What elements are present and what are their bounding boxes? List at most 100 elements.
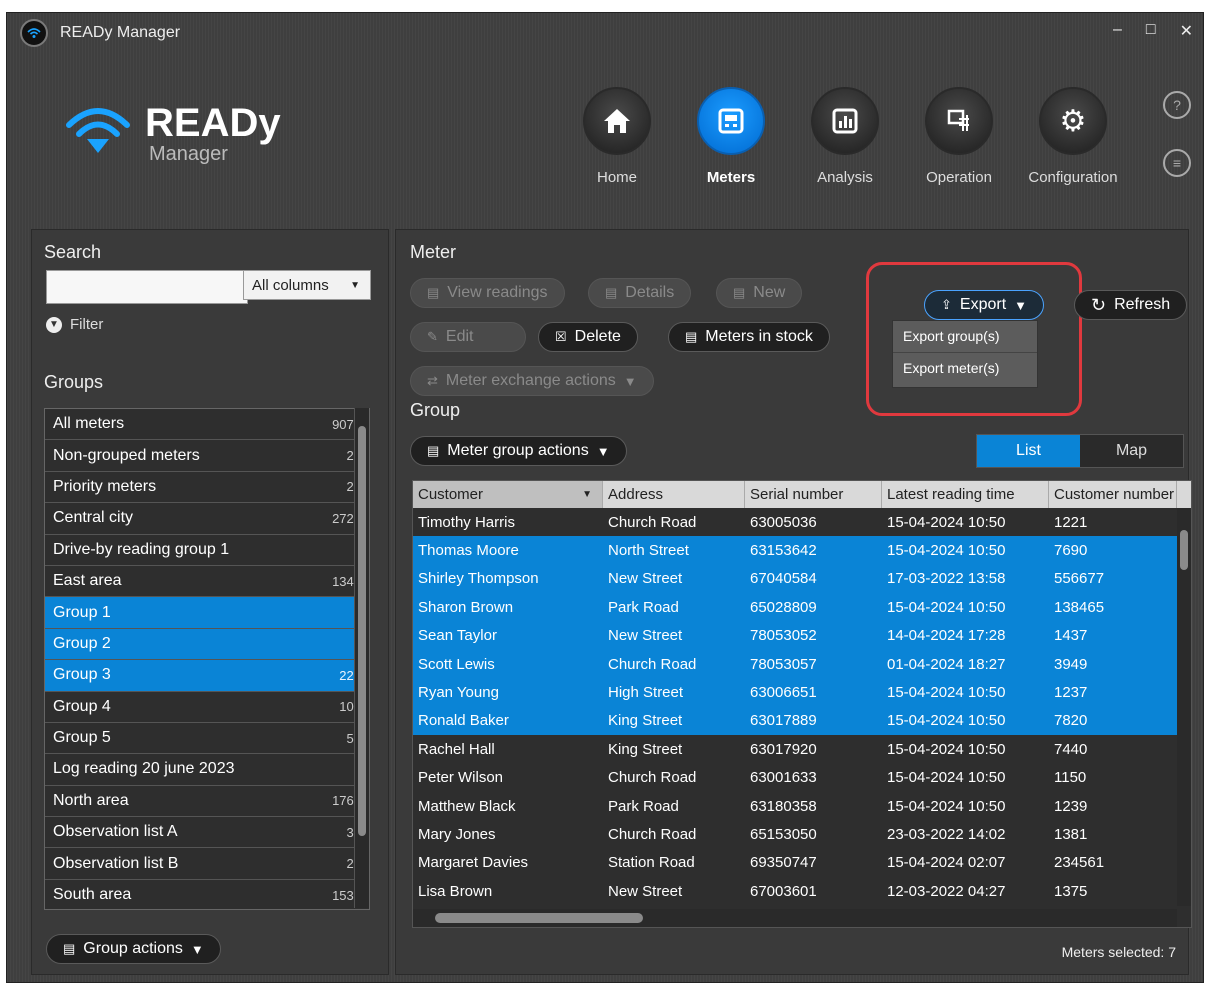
group-item[interactable]: Non-grouped meters29 (45, 440, 369, 472)
group-item[interactable]: Group 24 (45, 628, 369, 661)
table-vscrollbar[interactable] (1177, 508, 1191, 906)
table-row[interactable]: Sharon Brown Park Road 65028809 15-04-2024 … (413, 593, 1191, 622)
export-menu: Export group(s) Export meter(s) (892, 320, 1038, 388)
column-header-address[interactable]: Address (603, 481, 745, 508)
table-cell: Church Road (608, 655, 697, 673)
table-hscrollbar[interactable] (413, 909, 1177, 927)
table-row[interactable]: Peter Wilson Church Road 63001633 15-04-202… (413, 764, 1191, 792)
stock-icon: ▤ (685, 329, 698, 344)
chevron-down-icon: ▼ (350, 280, 360, 291)
table-row[interactable]: Scott Lewis Church Road 78053057 01-04-2024… (413, 649, 1191, 679)
table-cell: 3949 (1054, 655, 1088, 673)
group-item[interactable]: Log reading 20 june 20236 (45, 754, 369, 786)
table-body: Timothy Harris Church Road 63005036 15-04-2… (413, 508, 1191, 905)
nav-meters[interactable]: Meters (681, 87, 781, 186)
close-button[interactable]: ✕ (1180, 21, 1193, 41)
groups-list: All meters9072 Non-grouped meters29 Prio… (44, 408, 370, 910)
export-meters-item[interactable]: Export meter(s) (893, 353, 1037, 384)
gear-icon: ⚙ (1039, 87, 1107, 155)
window-title: READy Manager (60, 24, 181, 41)
table-row[interactable]: Thomas Moore North Street 63153642 15-04-20… (413, 536, 1191, 565)
group-item[interactable]: Group 4 100 (45, 692, 369, 723)
column-select[interactable]: All columns ▼ (243, 270, 371, 300)
filter-toggle[interactable]: ▼ Filter (46, 316, 103, 333)
group-item[interactable]: Group 550 (45, 723, 369, 755)
group-item[interactable]: South area 1537 (45, 880, 369, 909)
group-item[interactable]: Observation list B25 (45, 848, 369, 880)
table-row[interactable]: Mary Jones Church Road 65153050 23-03-2022 … (413, 820, 1191, 848)
group-actions-button[interactable]: ▤ Group actions ▼ (46, 934, 221, 964)
details-button[interactable]: ▤ Details (588, 278, 692, 308)
logo-title: READy (145, 101, 281, 145)
export-button[interactable]: ⇪ Export ▼ (924, 290, 1045, 320)
exchange-icon: ⇄ (427, 373, 438, 388)
table-cell: 234561 (1054, 854, 1105, 872)
group-item[interactable]: All meters 9072 (45, 409, 369, 441)
table-row[interactable]: Lisa Brown New Street 67003601 12-03-2022 0… (413, 877, 1191, 905)
table-cell: Sharon Brown (418, 598, 514, 616)
group-item[interactable]: Drive-by reading group 16 (45, 535, 369, 566)
table-row[interactable]: Margaret Davies Station Road 69350747 15-04… (413, 849, 1191, 877)
nav-operation[interactable]: Operation (909, 87, 1009, 186)
table-cell: 1150 (1054, 769, 1087, 787)
table-row[interactable]: Sean Taylor New Street 78053052 14-04-2024 … (413, 621, 1191, 650)
table-cell: 14-04-2024 17:28 (887, 627, 1006, 645)
table-row[interactable]: Timothy Harris Church Road 63005036 15-04-2… (413, 508, 1191, 536)
table-row[interactable]: Ryan Young High Street 63006651 15-04-2024 … (413, 678, 1191, 707)
column-select-value: All columns (252, 277, 329, 294)
group-item[interactable]: North area 1760 (45, 786, 369, 818)
scroll-thumb[interactable] (435, 913, 643, 923)
column-header-customer-number[interactable]: Customer number (1049, 481, 1177, 508)
export-groups-item[interactable]: Export group(s) (893, 321, 1037, 353)
table-row[interactable]: Ronald Baker King Street 63017889 15-04-202… (413, 706, 1191, 736)
table-cell: 63006651 (750, 684, 817, 702)
title-bar: READy Manager – □ ✕ (7, 13, 1203, 53)
table-cell: 15-04-2024 10:50 (887, 797, 1006, 815)
filter-label: Filter (70, 316, 104, 333)
column-header-customer[interactable]: Customer ▼ (413, 481, 603, 508)
table-cell: Church Road (608, 825, 697, 843)
table-cell: North Street (608, 542, 689, 560)
table-row[interactable]: Shirley Thompson New Street 67040584 17-03-… (413, 564, 1191, 594)
map-tab[interactable]: Map (1080, 435, 1183, 467)
edit-button[interactable]: ✎ Edit (410, 322, 526, 352)
group-item[interactable]: Priority meters24 (45, 472, 369, 504)
nav-home[interactable]: Home (567, 87, 667, 186)
info-icon[interactable]: ≡ (1163, 149, 1191, 177)
nav-analysis[interactable]: Analysis (795, 87, 895, 186)
group-item[interactable]: Group 14 (45, 597, 369, 629)
list-icon: ▤ (427, 443, 440, 458)
view-readings-button[interactable]: ▤ View readings (410, 278, 565, 308)
logo-subtitle: Manager (149, 143, 228, 165)
table-cell: 65153050 (750, 825, 817, 843)
delete-button[interactable]: ☒ Delete (538, 322, 638, 352)
maximize-button[interactable]: □ (1146, 21, 1156, 41)
group-item[interactable]: Group 3 223 (45, 660, 369, 692)
groups-scrollbar[interactable] (354, 408, 369, 908)
meter-group-actions-button[interactable]: ▤ Meter group actions ▼ (410, 436, 627, 466)
group-item[interactable]: Observation list A34 (45, 817, 369, 849)
nav-configuration[interactable]: ⚙ Configuration (1023, 87, 1123, 186)
group-item[interactable]: East area 1342 (45, 566, 369, 598)
table-row[interactable]: Rachel Hall King Street 63017920 15-04-2024… (413, 735, 1191, 763)
group-item[interactable]: Central city 2727 (45, 503, 369, 535)
brand-logo: READy Manager (65, 103, 281, 166)
column-header-serial[interactable]: Serial number (745, 481, 882, 508)
table-cell: Church Road (608, 769, 697, 787)
table-cell: Matthew Black (418, 797, 516, 815)
table-row[interactable]: Matthew Black Park Road 63180358 15-04-2024… (413, 792, 1191, 820)
scroll-thumb[interactable] (358, 426, 366, 836)
column-header-reading-time[interactable]: Latest reading time (882, 481, 1049, 508)
nav-meters-label: Meters (706, 169, 756, 186)
table-cell: 17-03-2022 13:58 (887, 570, 1006, 588)
list-tab[interactable]: List (977, 435, 1080, 467)
scroll-thumb[interactable] (1180, 530, 1188, 570)
new-button[interactable]: ▤ New (716, 278, 803, 308)
help-icon[interactable]: ? (1163, 91, 1191, 119)
wifi-logo-icon (66, 108, 130, 153)
minimize-button[interactable]: – (1113, 21, 1122, 41)
refresh-button[interactable]: ↻ Refresh (1074, 290, 1188, 320)
search-input[interactable] (46, 270, 248, 304)
meters-in-stock-button[interactable]: ▤ Meters in stock (668, 322, 830, 352)
meter-exchange-button[interactable]: ⇄ Meter exchange actions ▼ (410, 366, 654, 396)
